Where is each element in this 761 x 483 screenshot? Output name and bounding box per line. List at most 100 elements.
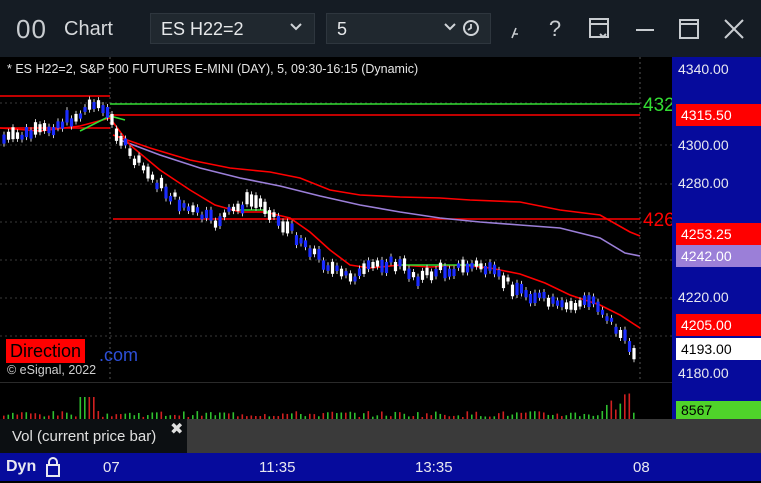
candle-body [110,113,114,125]
lock-icon[interactable] [44,456,62,483]
candle-body [227,207,231,212]
volume-bar [381,411,383,419]
volume-bar [435,411,437,419]
dyn-label[interactable]: Dyn [6,458,36,476]
candle-body [618,329,623,338]
candle-body [191,205,195,213]
volume-bar [21,412,23,419]
candle-body [204,209,209,219]
candle-body [488,262,492,271]
price-tag-last: 4193.00 [676,338,761,360]
candle-body [312,248,317,255]
volume-study-tab[interactable]: Vol (current price bar) ✖ [0,419,187,453]
candle-body [353,276,357,282]
volume-bar [97,411,100,419]
volume-bar [88,397,91,419]
candle-body [182,203,186,208]
candle-body [281,221,285,233]
candle-body [533,292,537,303]
candle-body [578,300,582,307]
candle-body [303,240,308,248]
candle-body [209,209,213,221]
candle-body [308,248,312,257]
candle-body [362,263,366,274]
candle-body [389,256,393,263]
candle-body [24,127,29,138]
candle-body [56,121,60,129]
volume-bar [295,411,298,419]
candle-body [357,268,362,276]
candle-body [101,105,105,114]
candle-body [375,260,380,267]
candle-body [168,195,173,202]
candle-body [506,277,510,282]
candle-body [479,263,483,270]
candle-body [128,148,132,156]
candle-body [159,177,164,189]
candle-body [335,265,339,272]
time-label: 08 [633,459,650,476]
chart-header: * ES H22=2, S&P 500 FUTURES E-MINI (DAY)… [7,62,419,76]
volume-bar [232,412,235,419]
volume-bar [331,411,334,419]
candle-body [74,113,78,122]
candle-body [222,212,227,218]
volume-value-tag: 8567 [676,401,761,419]
candle-body [344,271,348,276]
candle-body [348,273,353,282]
candle-body [465,263,470,273]
candle-body [132,158,137,166]
candle-body [272,212,276,217]
candle-body [497,269,501,277]
candle-body [186,206,191,212]
price-tag-ema: 4205.00 [676,314,761,336]
candle-body [627,341,632,352]
candle-body [366,260,371,270]
candle-body [542,292,546,299]
candle-body [456,263,461,268]
time-axis[interactable]: Dyn 07 11:35 13:35 08 [0,453,761,481]
candle-body [47,126,51,134]
candle-body [528,294,533,304]
candle-body [492,264,497,275]
candle-body [177,199,182,212]
volume-bar [327,412,329,419]
volume-bar [628,393,631,419]
volume-bar [475,411,478,419]
candle-body [141,165,146,171]
volume-bar [160,411,163,419]
candle-body [200,214,204,220]
volume-bar [534,411,536,419]
volume-bar [606,404,608,419]
copyright-text: © eSignal, 2022 [7,363,97,377]
candle-body [420,270,425,280]
close-study-icon[interactable]: ✖ [170,419,183,439]
time-label: 11:35 [259,459,296,476]
candle-body [515,282,519,296]
candle-body [416,276,420,287]
candle-body [213,220,218,228]
candle-body [290,223,294,231]
candle-body [15,132,20,139]
candle-body [546,297,551,307]
candle-body [411,272,416,278]
candle-body [569,301,573,310]
candle-body [146,166,150,179]
candle-body [447,268,452,277]
candle-body [470,263,474,269]
candle-body [438,262,443,271]
candle-body [245,192,249,205]
candle-body [317,248,321,260]
candle-body [119,135,123,146]
candle-body [573,302,578,311]
candle-body [560,300,564,308]
candle-body [92,102,96,110]
volume-bar [25,412,28,419]
level-label: 426 [643,210,675,231]
volume-bar [601,411,604,419]
volume-bar [615,409,617,419]
candle-body [263,201,267,214]
candle-body [605,316,609,321]
candle-body [330,261,335,274]
candle-body [461,259,465,273]
